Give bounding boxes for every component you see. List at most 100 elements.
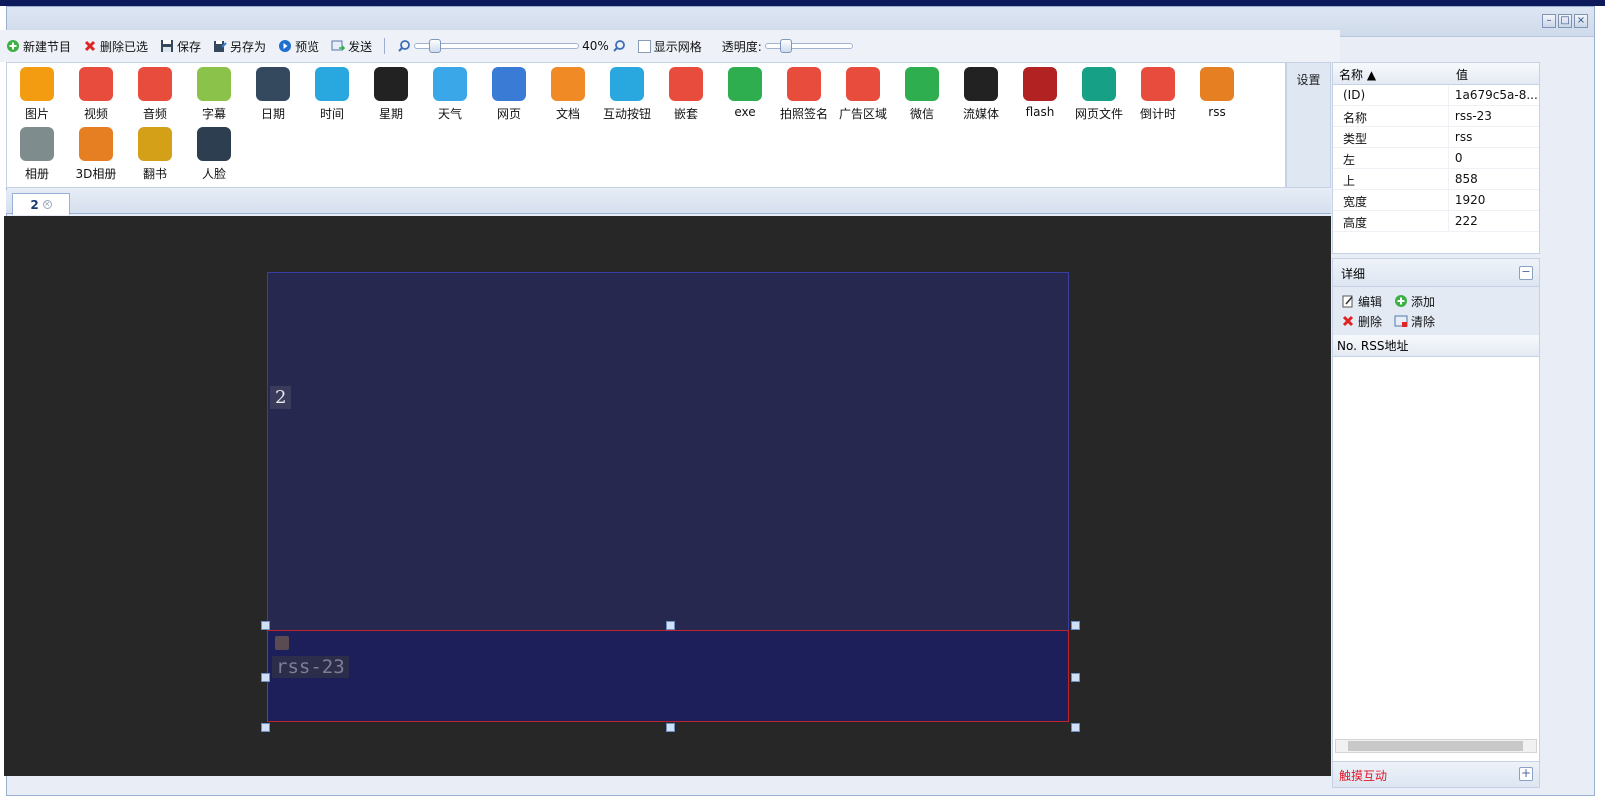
maximize-button[interactable]: □ — [1558, 14, 1572, 28]
resize-handle-bottom-right[interactable] — [1071, 723, 1080, 732]
property-row[interactable]: (ID) 1a679c5a-8... — [1333, 85, 1539, 106]
zoom-slider-thumb[interactable] — [429, 39, 442, 53]
column-rss-url[interactable]: RSS地址 — [1361, 337, 1409, 354]
property-value[interactable]: 1a679c5a-8... — [1449, 85, 1539, 105]
column-no[interactable]: No. — [1337, 339, 1357, 353]
palette-item-week[interactable]: 星期 — [361, 65, 421, 123]
palette-item-label: 相册 — [24, 167, 49, 181]
delete-selected-button[interactable]: 删除已选 — [83, 38, 148, 55]
palette-item-stream[interactable]: 流媒体 — [951, 65, 1011, 123]
palette-item-3d-album[interactable]: 3D相册 — [66, 125, 126, 183]
add-button[interactable]: 添加 — [1394, 293, 1435, 310]
palette-item-marquee[interactable]: 字幕 — [184, 65, 244, 123]
property-row[interactable]: 宽度 1920 — [1333, 190, 1539, 211]
property-row[interactable]: 名称 rss-23 — [1333, 106, 1539, 127]
palette-item-document[interactable]: 文档 — [538, 65, 598, 123]
resize-handle-top-left[interactable] — [261, 621, 270, 630]
resize-handle-middle-left[interactable] — [261, 673, 270, 682]
property-value[interactable]: rss-23 — [1449, 106, 1539, 126]
rss-element[interactable]: rss-23 — [267, 630, 1069, 722]
touch-interaction-panel[interactable]: 触摸互动 + — [1333, 761, 1539, 787]
close-window-button[interactable]: × — [1574, 14, 1588, 28]
horizontal-scrollbar[interactable] — [1335, 739, 1537, 753]
detail-toolbar: 编辑 添加 删除 清除 — [1333, 287, 1539, 335]
property-value[interactable]: 222 — [1449, 211, 1539, 231]
detail-title: 详细 — [1341, 267, 1366, 281]
window-controls: – □ × — [1542, 14, 1588, 28]
palette-item-label: 互动按钮 — [602, 107, 651, 121]
palette-item-nesting[interactable]: 嵌套 — [656, 65, 716, 123]
resize-handle-bottom-center[interactable] — [666, 723, 675, 732]
property-row[interactable]: 上 858 — [1333, 169, 1539, 190]
opacity-slider-thumb[interactable] — [779, 39, 792, 53]
palette-item-flash[interactable]: flash — [1010, 65, 1070, 123]
palette-item-countdown[interactable]: 倒计时 — [1128, 65, 1188, 123]
new-program-button[interactable]: 新建节目 — [6, 38, 71, 55]
resize-handle-middle-right[interactable] — [1071, 673, 1080, 682]
zoom-slider[interactable] — [414, 39, 580, 53]
palette-item-touch[interactable]: 互动按钮 — [597, 65, 657, 123]
countdown-icon — [1141, 67, 1175, 101]
palette-item-wechat[interactable]: 微信 — [892, 65, 952, 123]
expand-button[interactable]: + — [1519, 767, 1533, 781]
palette-item-html[interactable]: 网页文件 — [1069, 65, 1129, 123]
value-column-header[interactable]: 值 — [1450, 63, 1474, 84]
property-value[interactable]: 1920 — [1449, 190, 1539, 210]
property-value[interactable]: 858 — [1449, 169, 1539, 189]
collapse-button[interactable]: − — [1519, 266, 1533, 280]
palette-item-label: flash — [1025, 105, 1055, 119]
palette-item-label: 视频 — [83, 107, 108, 121]
week-icon — [374, 67, 408, 101]
save-as-button[interactable]: 另存为 — [213, 38, 266, 55]
name-column-header[interactable]: 名称 ▲ — [1333, 63, 1450, 84]
palette-item-exe[interactable]: exe — [715, 65, 775, 123]
main-toolbar: 新建节目 删除已选 保存 另存为 预览 发送 40% 显示网格 透明度: — [0, 30, 1340, 62]
delete-button[interactable]: 删除 — [1341, 313, 1382, 330]
add-label: 添加 — [1411, 294, 1436, 309]
palette-item-ad[interactable]: 广告区域 — [833, 65, 893, 123]
property-row[interactable]: 高度 222 — [1333, 211, 1539, 232]
send-button[interactable]: 发送 — [331, 38, 372, 55]
palette-item-calendar[interactable]: 日期 — [243, 65, 303, 123]
edit-button[interactable]: 编辑 — [1341, 293, 1382, 310]
editor-canvas[interactable]: 2 rss-23 — [4, 216, 1331, 776]
scrollbar-thumb[interactable] — [1348, 741, 1523, 751]
minimize-button[interactable]: – — [1542, 14, 1556, 28]
palette-item-image[interactable]: 图片 — [7, 65, 67, 123]
weather-icon — [433, 67, 467, 101]
wechat-icon — [905, 67, 939, 101]
property-value[interactable]: 0 — [1449, 148, 1539, 168]
tab-program-2[interactable]: 2 × — [12, 193, 70, 215]
opacity-slider[interactable] — [764, 39, 853, 53]
save-button[interactable]: 保存 — [160, 38, 201, 55]
palette-item-video[interactable]: 视频 — [66, 65, 126, 123]
edit-label: 编辑 — [1358, 294, 1383, 309]
resize-handle-bottom-left[interactable] — [261, 723, 270, 732]
resize-handle-top-right[interactable] — [1071, 621, 1080, 630]
palette-item-clock[interactable]: 时间 — [302, 65, 362, 123]
properties-grid: 名称 ▲ 值 (ID) 1a679c5a-8... 名称 rss-23 类型 rss 左 0 上… — [1332, 62, 1540, 254]
zoom-out-icon[interactable] — [397, 39, 411, 53]
palette-item-album[interactable]: 相册 — [7, 125, 67, 183]
tab-close-icon[interactable]: × — [42, 200, 52, 209]
property-row[interactable]: 类型 rss — [1333, 127, 1539, 148]
palette-item-label: 字幕 — [201, 107, 226, 121]
palette-item-camera[interactable]: 拍照签名 — [774, 65, 834, 123]
show-grid-toggle[interactable]: 显示网格 — [637, 38, 702, 55]
opacity-label: 透明度: — [721, 39, 762, 54]
palette-item-rss[interactable]: rss — [1187, 65, 1247, 123]
settings-button[interactable]: 设置 — [1286, 62, 1331, 188]
property-value[interactable]: rss — [1449, 127, 1539, 147]
palette-item-book[interactable]: 翻书 — [125, 125, 185, 183]
property-row[interactable]: 左0 — [1333, 148, 1539, 169]
resize-handle-top-center[interactable] — [666, 621, 675, 630]
touch-interaction-label: 触摸互动 — [1339, 769, 1388, 783]
show-grid-checkbox[interactable] — [637, 39, 651, 53]
palette-item-web[interactable]: 网页 — [479, 65, 539, 123]
zoom-in-icon[interactable] — [612, 39, 626, 53]
preview-button[interactable]: 预览 — [278, 38, 319, 55]
palette-item-face[interactable]: 人脸 — [184, 125, 244, 183]
clear-button[interactable]: 清除 — [1394, 313, 1435, 330]
palette-item-music[interactable]: 音频 — [125, 65, 185, 123]
palette-item-weather[interactable]: 天气 — [420, 65, 480, 123]
